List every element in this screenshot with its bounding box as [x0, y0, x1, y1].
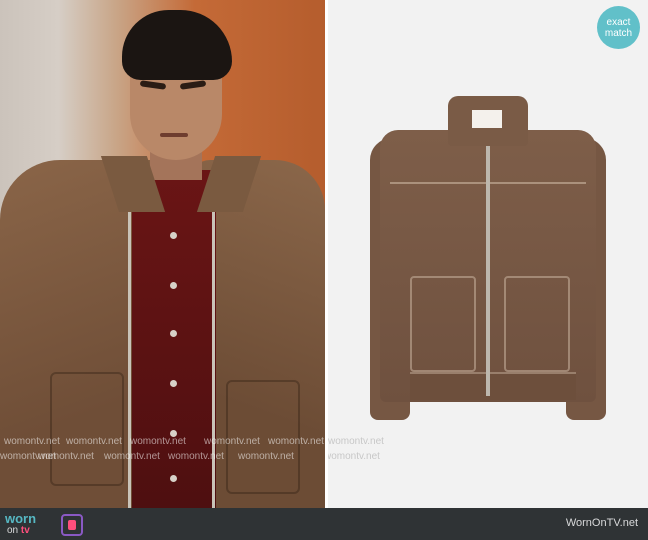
exact-match-badge: exact match	[597, 6, 640, 49]
badge-line-2: match	[604, 27, 633, 39]
watermark: womontv.net	[168, 451, 224, 462]
shirt-button	[170, 330, 177, 337]
product-pocket	[504, 276, 570, 372]
logo-on-text: on	[7, 525, 19, 536]
episode-still: womontv.net womontv.net womontv.net womo…	[0, 0, 325, 508]
product-pocket	[410, 276, 476, 372]
footer-bar: worn on tv WornOnTV.net	[0, 508, 648, 540]
watermark: womontv.net	[204, 436, 260, 447]
watermark: womontv.net	[130, 436, 186, 447]
jacket-zip-left	[128, 210, 131, 508]
product-hem	[410, 372, 576, 400]
product-label	[472, 110, 502, 128]
watermark: womontv.net	[238, 451, 294, 462]
watermark: womontv.net	[328, 451, 380, 462]
shirt-button	[170, 232, 177, 239]
watermark: womontv.net	[66, 436, 122, 447]
watermark: womontv.net	[104, 451, 160, 462]
jacket-pocket	[50, 372, 124, 486]
tv-dress-icon	[61, 514, 83, 536]
shirt-button	[170, 282, 177, 289]
shirt-button	[170, 475, 177, 482]
logo-tv-text: tv	[20, 525, 30, 536]
logo-ontv-text: on tv	[7, 525, 30, 536]
wornontv-logo[interactable]: worn on tv	[5, 512, 85, 538]
product-image: womontv.net womontv.net	[328, 0, 648, 508]
watermark: womontv.net	[4, 436, 60, 447]
product-zip	[486, 140, 490, 396]
mouth	[160, 133, 188, 137]
watermark: womontv.net	[38, 451, 94, 462]
shirt-button	[170, 380, 177, 387]
hair	[122, 10, 232, 80]
site-name[interactable]: WornOnTV.net	[566, 517, 638, 529]
logo-worn-text: worn	[5, 511, 37, 526]
watermark: womontv.net	[268, 436, 324, 447]
badge-line-1: exact	[606, 16, 631, 28]
watermark: womontv.net	[328, 436, 384, 447]
jacket-zip-right	[212, 210, 215, 508]
